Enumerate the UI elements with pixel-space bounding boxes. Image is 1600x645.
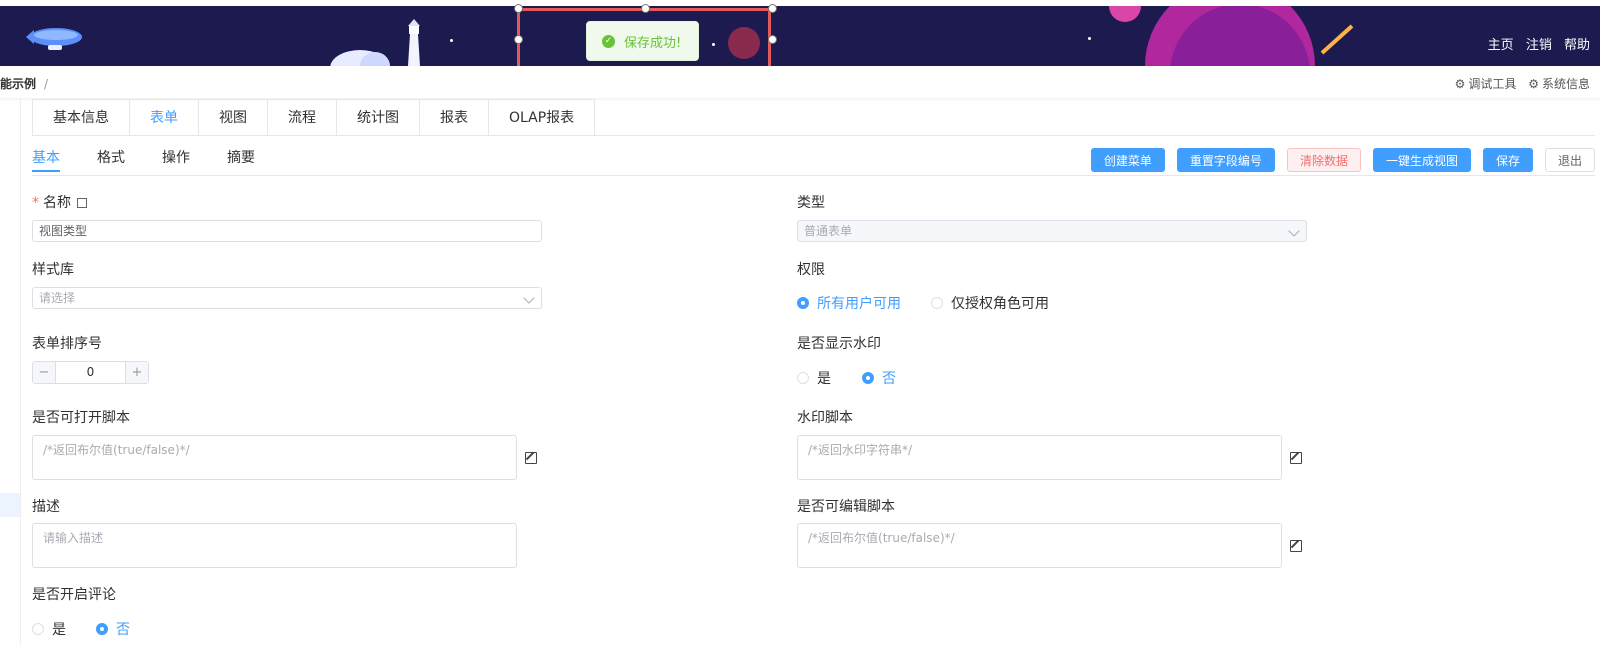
nav-help-link[interactable]: 帮助 <box>1564 38 1590 53</box>
watermark-no-radio[interactable]: 否 <box>862 368 896 388</box>
resize-handle[interactable] <box>514 4 523 13</box>
subtab-format[interactable]: 格式 <box>97 146 125 172</box>
main-tabs: 基本信息 表单 视图 流程 统计图 报表 OLAP报表 <box>32 99 596 136</box>
subtab-operation[interactable]: 操作 <box>162 146 190 172</box>
subtab-basic[interactable]: 基本 <box>32 146 60 172</box>
description-textarea[interactable]: 请输入描述 <box>32 523 517 568</box>
breadcrumb-separator: / <box>44 77 49 91</box>
open-script-textarea[interactable]: /*返回布尔值(true/false)*/ <box>32 435 517 480</box>
description-label: 描述 <box>32 499 60 515</box>
generate-view-button[interactable]: 一键生成视图 <box>1372 148 1471 172</box>
planet-decoration-icon <box>1109 6 1354 66</box>
tab-flow[interactable]: 流程 <box>268 100 337 136</box>
resize-handle[interactable] <box>768 4 777 13</box>
header-banner: 主页 注销 帮助 <box>0 6 1600 66</box>
settings-icon: ⚙ <box>1528 77 1539 91</box>
permission-label: 权限 <box>797 262 825 278</box>
exit-button[interactable]: 退出 <box>1544 148 1595 172</box>
comment-label: 是否开启评论 <box>32 587 116 603</box>
type-label: 类型 <box>797 195 825 211</box>
comment-no-radio[interactable]: 否 <box>96 619 130 639</box>
sub-tabs: 基本 格式 操作 摘要 <box>32 146 292 172</box>
chevron-down-icon <box>1288 225 1300 237</box>
sort-number-label: 表单排序号 <box>32 336 102 352</box>
perm-authorized-roles-radio[interactable]: 仅授权角色可用 <box>931 293 1049 313</box>
style-library-label: 样式库 <box>32 262 74 278</box>
watermark-script-label: 水印脚本 <box>797 410 853 426</box>
debug-tools-link[interactable]: 调试工具 <box>1468 77 1516 91</box>
watermark-yes-radio[interactable]: 是 <box>797 368 831 388</box>
create-menu-button[interactable]: 创建菜单 <box>1090 148 1165 172</box>
debug-icon: ⚙ <box>1454 77 1466 91</box>
tab-view[interactable]: 视图 <box>199 100 268 136</box>
reset-field-number-button[interactable]: 重置字段编号 <box>1176 148 1275 172</box>
comment-yes-radio[interactable]: 是 <box>32 619 66 639</box>
watermark-label: 是否显示水印 <box>797 336 881 352</box>
resize-handle[interactable] <box>768 35 777 44</box>
nav-home-link[interactable]: 主页 <box>1488 38 1514 53</box>
tab-olap-report[interactable]: OLAP报表 <box>489 100 594 136</box>
left-sidebar <box>0 98 21 645</box>
nav-logout-link[interactable]: 注销 <box>1526 38 1552 53</box>
increment-button[interactable]: + <box>125 362 148 383</box>
decrement-button[interactable]: − <box>33 362 56 383</box>
breadcrumb-bar: 能示例 / ⚙ 调试工具 ⚙ 系统信息 <box>0 66 1600 98</box>
tab-chart[interactable]: 统计图 <box>337 100 420 136</box>
edit-icon[interactable] <box>525 452 537 464</box>
lighthouse-icon <box>330 19 420 66</box>
sidebar-active-item[interactable] <box>0 493 20 517</box>
clear-data-button[interactable]: 清除数据 <box>1286 148 1361 172</box>
edit-script-textarea[interactable]: /*返回布尔值(true/false)*/ <box>797 523 1282 568</box>
resize-handle[interactable] <box>514 35 523 44</box>
chevron-down-icon <box>523 292 535 304</box>
tab-form[interactable]: 表单 <box>130 100 199 136</box>
edit-icon[interactable] <box>1290 452 1302 464</box>
selection-box[interactable] <box>517 8 771 70</box>
sort-number-stepper[interactable]: − 0 + <box>32 361 149 384</box>
subtab-summary[interactable]: 摘要 <box>227 146 255 172</box>
save-button[interactable]: 保存 <box>1482 148 1533 172</box>
system-info-link[interactable]: 系统信息 <box>1542 77 1590 91</box>
open-script-label: 是否可打开脚本 <box>32 410 130 426</box>
breadcrumb-current[interactable]: 能示例 <box>0 77 36 91</box>
airship-logo-icon <box>26 28 82 50</box>
divider <box>32 175 1595 176</box>
divider <box>32 135 1595 136</box>
name-label: * 名称 <box>32 192 87 212</box>
copy-icon[interactable] <box>77 198 87 208</box>
watermark-script-textarea[interactable]: /*返回水印字符串*/ <box>797 435 1282 480</box>
breadcrumb: 能示例 / <box>0 75 48 92</box>
tab-report[interactable]: 报表 <box>420 100 489 136</box>
edit-script-label: 是否可编辑脚本 <box>797 499 895 515</box>
tab-basic-info[interactable]: 基本信息 <box>33 100 130 136</box>
top-nav: 主页 注销 帮助 <box>1480 34 1590 53</box>
action-buttons: 创建菜单 重置字段编号 清除数据 一键生成视图 保存 退出 <box>1079 148 1595 172</box>
resize-handle[interactable] <box>641 4 650 13</box>
type-select[interactable]: 普通表单 <box>797 220 1307 242</box>
edit-icon[interactable] <box>1290 540 1302 552</box>
sort-number-value[interactable]: 0 <box>56 362 125 383</box>
name-input[interactable]: 视图类型 <box>32 220 542 242</box>
perm-all-users-radio[interactable]: 所有用户可用 <box>797 293 901 313</box>
style-library-select[interactable]: 请选择 <box>32 287 542 309</box>
tool-links: ⚙ 调试工具 ⚙ 系统信息 <box>1447 75 1590 92</box>
